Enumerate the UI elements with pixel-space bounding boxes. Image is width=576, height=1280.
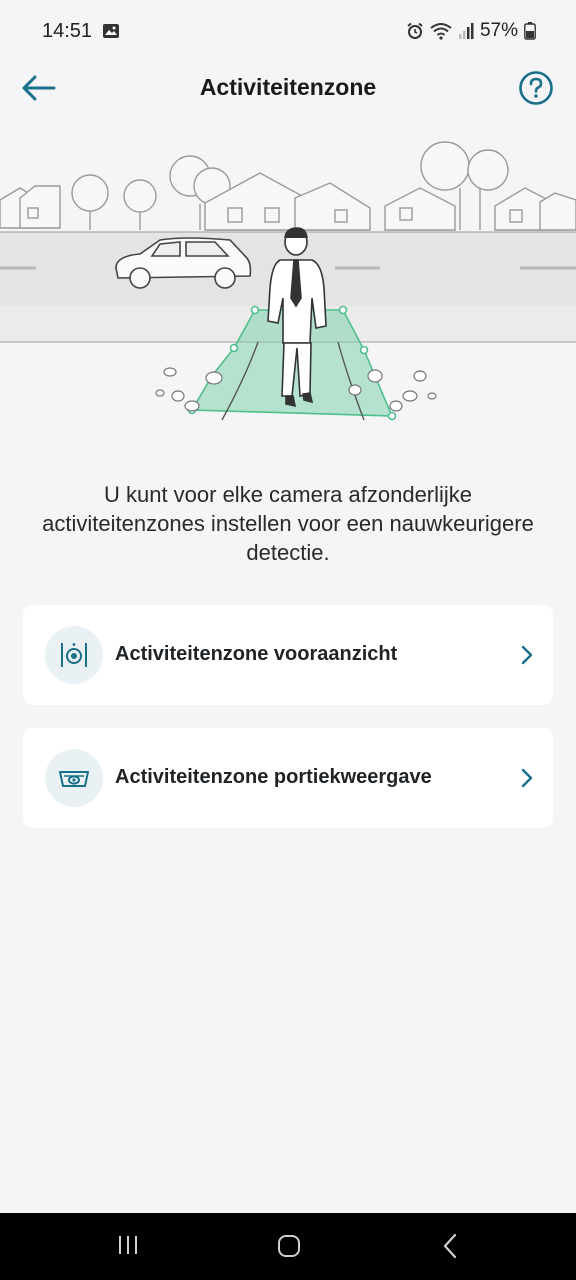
battery-percent: 57%	[479, 20, 518, 41]
chevron-right-icon	[521, 768, 533, 788]
system-nav-bar	[0, 1213, 576, 1280]
option-front-view[interactable]: Activiteitenzone vooraanzicht	[23, 605, 553, 705]
option-icon-bg	[45, 749, 103, 807]
street-scene-illustration	[0, 141, 576, 421]
description-text: U kunt voor elke camera afzonderlijke ac…	[42, 482, 534, 565]
front-camera-icon	[61, 643, 87, 667]
option-porch-view[interactable]: Activiteitenzone portiekweergave	[23, 728, 553, 828]
help-button[interactable]	[518, 70, 554, 106]
question-circle-icon	[519, 71, 553, 105]
wifi-icon	[430, 23, 452, 40]
image-icon	[103, 24, 119, 38]
chevron-right-icon	[521, 645, 533, 665]
back-icon[interactable]	[440, 1233, 460, 1259]
home-icon[interactable]	[276, 1233, 302, 1259]
signal-icon	[458, 23, 474, 39]
page-title: Activiteitenzone	[199, 74, 377, 100]
activity-zone-illustration	[0, 138, 576, 428]
battery-icon	[524, 22, 536, 40]
status-indicators: 57%	[406, 20, 536, 42]
status-bar: 14:51 57%	[0, 0, 576, 64]
option-icon-bg	[45, 626, 103, 684]
app-bar: Activiteitenzone	[0, 64, 576, 112]
option-label: Activiteitenzone vooraanzicht	[115, 643, 398, 665]
alarm-icon	[407, 22, 423, 39]
porch-camera-icon	[59, 771, 89, 787]
status-time: 14:51	[42, 20, 93, 42]
recent-apps-icon[interactable]	[116, 1233, 140, 1257]
option-label: Activiteitenzone portiekweergave	[115, 766, 432, 788]
